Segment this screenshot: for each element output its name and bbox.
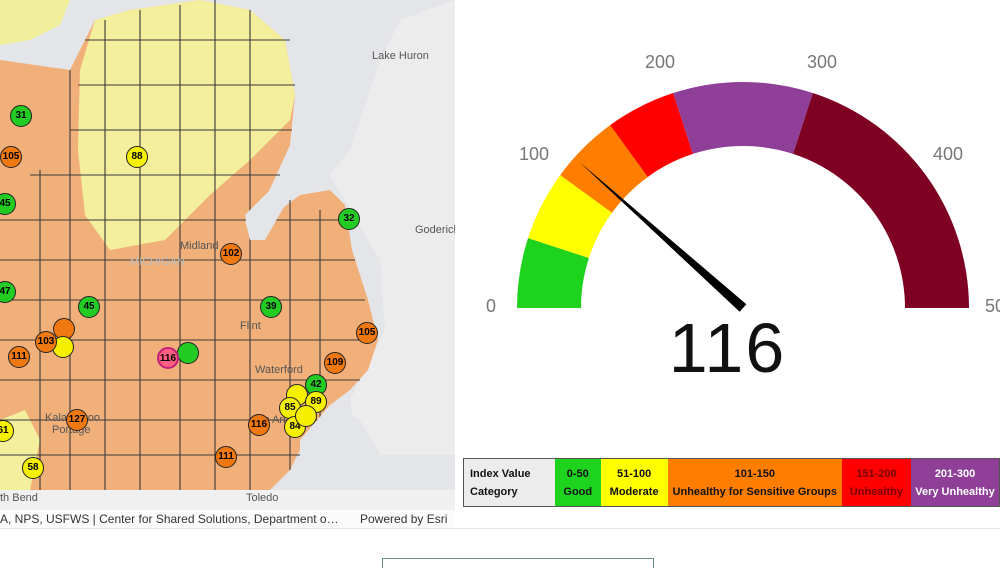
station-marker[interactable]: 111 — [215, 446, 237, 468]
gauge-tick-label: 300 — [807, 52, 838, 72]
gauge-band — [673, 82, 813, 154]
attribution-text: A, NPS, USFWS | Center for Shared Soluti… — [0, 512, 339, 526]
legend-cell-moderate: 51-100 Moderate — [600, 459, 668, 506]
station-marker[interactable]: 105 — [356, 322, 378, 344]
gauge-tick-label: 200 — [645, 52, 676, 72]
footer-divider — [0, 528, 1000, 529]
legend-cell-usg: 101-150 Unhealthy for Sensitive Groups — [667, 459, 842, 506]
legend-header-index: Index Value — [470, 467, 531, 480]
station-marker[interactable]: 102 — [220, 243, 242, 265]
station-marker[interactable]: 105 — [0, 146, 22, 168]
legend-cell-unhealthy: 151-200 Unhealthy — [841, 459, 911, 506]
place-label: Toledo — [246, 492, 279, 504]
place-label: Waterford — [255, 364, 303, 376]
place-label: Flint — [240, 320, 261, 332]
station-marker[interactable]: 109 — [324, 352, 346, 374]
place-label: MICHIGAN — [130, 256, 185, 268]
station-marker-selected[interactable]: 116 — [157, 347, 179, 369]
gauge-tick-label: 100 — [519, 144, 550, 164]
station-marker[interactable]: 58 — [22, 457, 44, 479]
station-marker[interactable]: 116 — [248, 414, 270, 436]
place-label: Lake Huron — [372, 50, 429, 62]
place-label: Goderich — [415, 224, 455, 236]
station-marker[interactable]: 127 — [66, 409, 88, 431]
gauge-band — [793, 93, 969, 309]
bottom-panel-edge — [382, 558, 654, 568]
place-label: th Bend — [0, 492, 38, 504]
station-marker[interactable]: 39 — [260, 296, 282, 318]
station-marker[interactable]: 45 — [78, 296, 100, 318]
station-marker[interactable]: 103 — [35, 331, 57, 353]
aqi-map[interactable]: Lake Huron Goderich Midland Flint Waterf… — [0, 0, 455, 528]
gauge-value: 116 — [668, 309, 787, 387]
legend-header: Index Value Category — [464, 459, 556, 506]
station-marker[interactable]: 88 — [126, 146, 148, 168]
aqi-legend: Index Value Category 0-50 Good 51-100 Mo… — [463, 458, 1000, 507]
legend-cell-good: 0-50 Good — [555, 459, 601, 506]
station-marker[interactable]: 31 — [10, 105, 32, 127]
gauge-tick-label: 400 — [933, 144, 964, 164]
powered-by-link[interactable]: Powered by Esri — [360, 510, 447, 528]
legend-cell-very-unhealthy: 201-300 Very Unhealthy — [911, 459, 999, 506]
gauge-needle — [578, 161, 747, 312]
map-attribution: A, NPS, USFWS | Center for Shared Soluti… — [0, 510, 455, 528]
station-marker[interactable]: 32 — [338, 208, 360, 230]
legend-header-category: Category — [470, 485, 518, 498]
station-marker[interactable] — [295, 405, 317, 427]
aqi-gauge: 0 100 200 300 400 50 116 — [455, 0, 1000, 455]
place-label: Midland — [180, 240, 219, 252]
station-marker[interactable] — [177, 342, 199, 364]
station-marker[interactable]: 111 — [8, 346, 30, 368]
